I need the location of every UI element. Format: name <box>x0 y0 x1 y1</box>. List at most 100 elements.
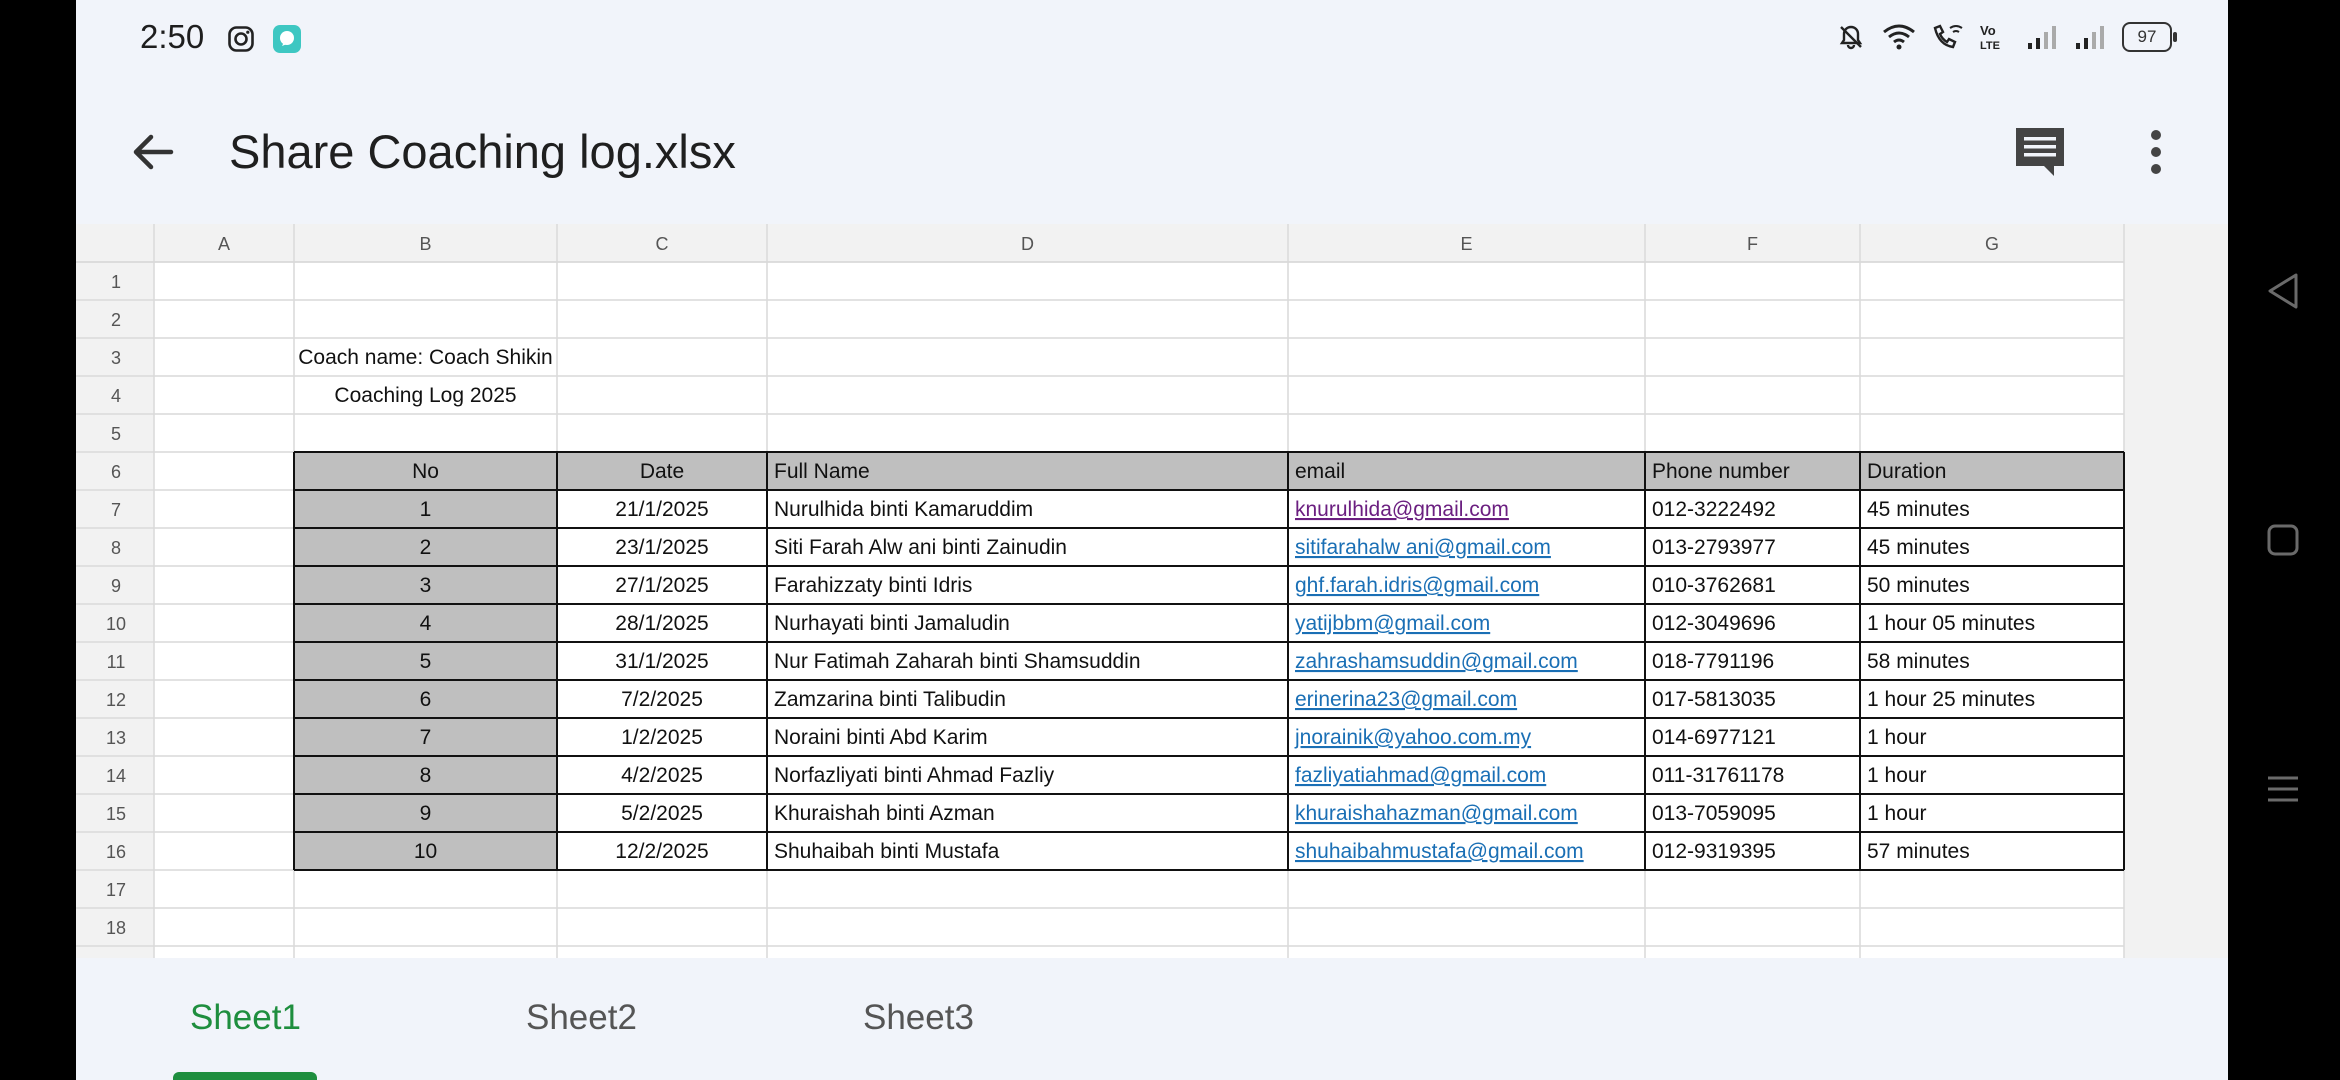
email-link[interactable]: yatijbbm@gmail.com <box>1295 612 1490 635</box>
nav-back-button[interactable] <box>2258 266 2308 316</box>
spreadsheet-grid[interactable]: A B C D E F G 1 2 3 4 5 6 7 8 9 10 11 12 13 14 15 16 17 18 Coach … <box>76 224 2228 958</box>
email-link[interactable]: jnorainik@yahoo.com.my <box>1294 726 1532 749</box>
column-header[interactable]: D <box>1021 234 1034 254</box>
email-link[interactable]: khuraishahazman@gmail.com <box>1295 802 1578 825</box>
table-cell[interactable]: 5/2/2025 <box>621 802 703 825</box>
row-header[interactable]: 17 <box>106 880 126 900</box>
comments-button[interactable] <box>2010 122 2070 182</box>
column-header[interactable]: E <box>1460 234 1472 254</box>
table-cell[interactable]: Khuraishah binti Azman <box>774 802 995 825</box>
table-cell[interactable]: 013-7059095 <box>1652 802 1776 825</box>
table-cell[interactable]: 012-3049696 <box>1652 612 1776 635</box>
table-cell[interactable]: 2 <box>420 536 432 559</box>
table-cell[interactable]: 4 <box>420 612 432 635</box>
table-cell[interactable]: Nur Fatimah Zaharah binti Shamsuddin <box>774 650 1141 673</box>
nav-home-button[interactable] <box>2258 515 2308 565</box>
table-header-cell[interactable]: No <box>412 460 439 483</box>
table-cell[interactable]: 1/2/2025 <box>621 726 703 749</box>
table-cell[interactable]: 3 <box>420 574 432 597</box>
table-header-cell[interactable]: Date <box>640 460 684 483</box>
table-cell[interactable]: 50 minutes <box>1867 574 1970 597</box>
tab-sheet3[interactable]: Sheet3 <box>863 998 974 1038</box>
table-cell[interactable]: Noraini binti Abd Karim <box>774 726 988 749</box>
table-cell[interactable]: 5 <box>420 650 432 673</box>
table-cell[interactable]: Norfazliyati binti Ahmad Fazliy <box>774 764 1055 787</box>
table-cell[interactable]: 012-9319395 <box>1652 840 1776 863</box>
table-cell[interactable]: 012-3222492 <box>1652 498 1776 521</box>
email-link[interactable]: shuhaibahmustafa@gmail.com <box>1295 840 1584 863</box>
table-cell[interactable]: 58 minutes <box>1867 650 1970 673</box>
row-header[interactable]: 9 <box>111 576 121 596</box>
row-header[interactable]: 6 <box>111 462 121 482</box>
table-cell[interactable]: 014-6977121 <box>1652 726 1776 749</box>
table-cell[interactable]: 45 minutes <box>1867 498 1970 521</box>
table-cell[interactable]: 1 <box>420 498 432 521</box>
row-header[interactable]: 15 <box>106 804 126 824</box>
tab-sheet2[interactable]: Sheet2 <box>526 998 637 1038</box>
email-link[interactable]: erinerina23@gmail.com <box>1295 688 1517 711</box>
log-title-cell[interactable]: Coaching Log 2025 <box>334 384 516 407</box>
table-cell[interactable]: Nurulhida binti Kamaruddim <box>774 498 1033 521</box>
coach-name-cell[interactable]: Coach name: Coach Shikin <box>298 346 552 369</box>
table-cell[interactable]: 27/1/2025 <box>615 574 708 597</box>
row-header[interactable]: 13 <box>106 728 126 748</box>
table-cell[interactable]: 7/2/2025 <box>621 688 703 711</box>
row-header[interactable]: 11 <box>107 652 126 672</box>
table-cell[interactable]: 1 hour 05 minutes <box>1867 612 2035 635</box>
column-header[interactable]: F <box>1747 234 1758 254</box>
row-header[interactable]: 16 <box>106 842 126 862</box>
table-cell[interactable]: 31/1/2025 <box>615 650 708 673</box>
row-header[interactable]: 12 <box>106 690 126 710</box>
table-cell[interactable]: Farahizzaty binti Idris <box>774 574 972 597</box>
row-header[interactable]: 8 <box>111 538 121 558</box>
table-cell[interactable]: 010-3762681 <box>1652 574 1776 597</box>
table-header-cell[interactable]: Duration <box>1867 460 1946 483</box>
table-cell[interactable]: 57 minutes <box>1867 840 1970 863</box>
table-cell[interactable]: 23/1/2025 <box>615 536 708 559</box>
table-cell[interactable]: Siti Farah Alw ani binti Zainudin <box>774 536 1067 559</box>
back-button[interactable] <box>122 122 182 182</box>
table-header-cell[interactable]: email <box>1295 460 1345 483</box>
row-header[interactable]: 10 <box>106 614 126 634</box>
table-cell[interactable]: 4/2/2025 <box>621 764 703 787</box>
row-header[interactable]: 2 <box>111 310 121 330</box>
table-cell[interactable]: 28/1/2025 <box>615 612 708 635</box>
table-cell[interactable]: 1 hour <box>1867 726 1927 749</box>
more-options-button[interactable] <box>2136 122 2176 182</box>
table-cell[interactable]: Shuhaibah binti Mustafa <box>774 840 1000 863</box>
column-header[interactable]: C <box>656 234 669 254</box>
table-header-cell[interactable]: Full Name <box>774 460 870 483</box>
column-header[interactable]: G <box>1985 234 1999 254</box>
table-cell[interactable]: 45 minutes <box>1867 536 1970 559</box>
row-header[interactable]: 14 <box>106 766 126 786</box>
table-cell[interactable]: Nurhayati binti Jamaludin <box>774 612 1010 635</box>
column-header[interactable]: A <box>218 234 230 254</box>
email-link[interactable]: ghf.farah.idris@gmail.com <box>1295 574 1539 597</box>
table-cell[interactable]: 018-7791196 <box>1652 650 1774 673</box>
table-cell[interactable]: 011-31761178 <box>1652 764 1784 787</box>
table-cell[interactable]: 1 hour <box>1867 764 1927 787</box>
row-header[interactable]: 4 <box>111 386 121 406</box>
nav-recents-button[interactable] <box>2258 764 2308 814</box>
table-cell[interactable]: 10 <box>414 840 437 863</box>
table-cell[interactable]: Zamzarina binti Talibudin <box>774 688 1006 711</box>
table-cell[interactable]: 1 hour <box>1867 802 1927 825</box>
row-header[interactable]: 3 <box>111 348 121 368</box>
table-cell[interactable]: 013-2793977 <box>1652 536 1776 559</box>
table-header-cell[interactable]: Phone number <box>1652 460 1790 483</box>
table-cell[interactable]: 21/1/2025 <box>615 498 708 521</box>
row-header[interactable]: 5 <box>111 424 121 444</box>
email-link[interactable]: sitifarahalw ani@gmail.com <box>1295 536 1551 559</box>
column-header[interactable]: B <box>419 234 431 254</box>
table-cell[interactable]: 9 <box>420 802 432 825</box>
table-cell[interactable]: 017-5813035 <box>1652 688 1776 711</box>
tab-sheet1[interactable]: Sheet1 <box>190 998 301 1038</box>
row-header[interactable]: 7 <box>111 500 121 520</box>
row-header[interactable]: 18 <box>106 918 126 938</box>
email-link[interactable]: fazliyatiahmad@gmail.com <box>1295 764 1546 787</box>
table-cell[interactable]: 6 <box>420 688 432 711</box>
email-link[interactable]: knurulhida@gmail.com <box>1295 498 1509 521</box>
table-cell[interactable]: 12/2/2025 <box>615 840 708 863</box>
table-cell[interactable]: 1 hour 25 minutes <box>1867 688 2035 711</box>
table-cell[interactable]: 7 <box>420 726 432 749</box>
